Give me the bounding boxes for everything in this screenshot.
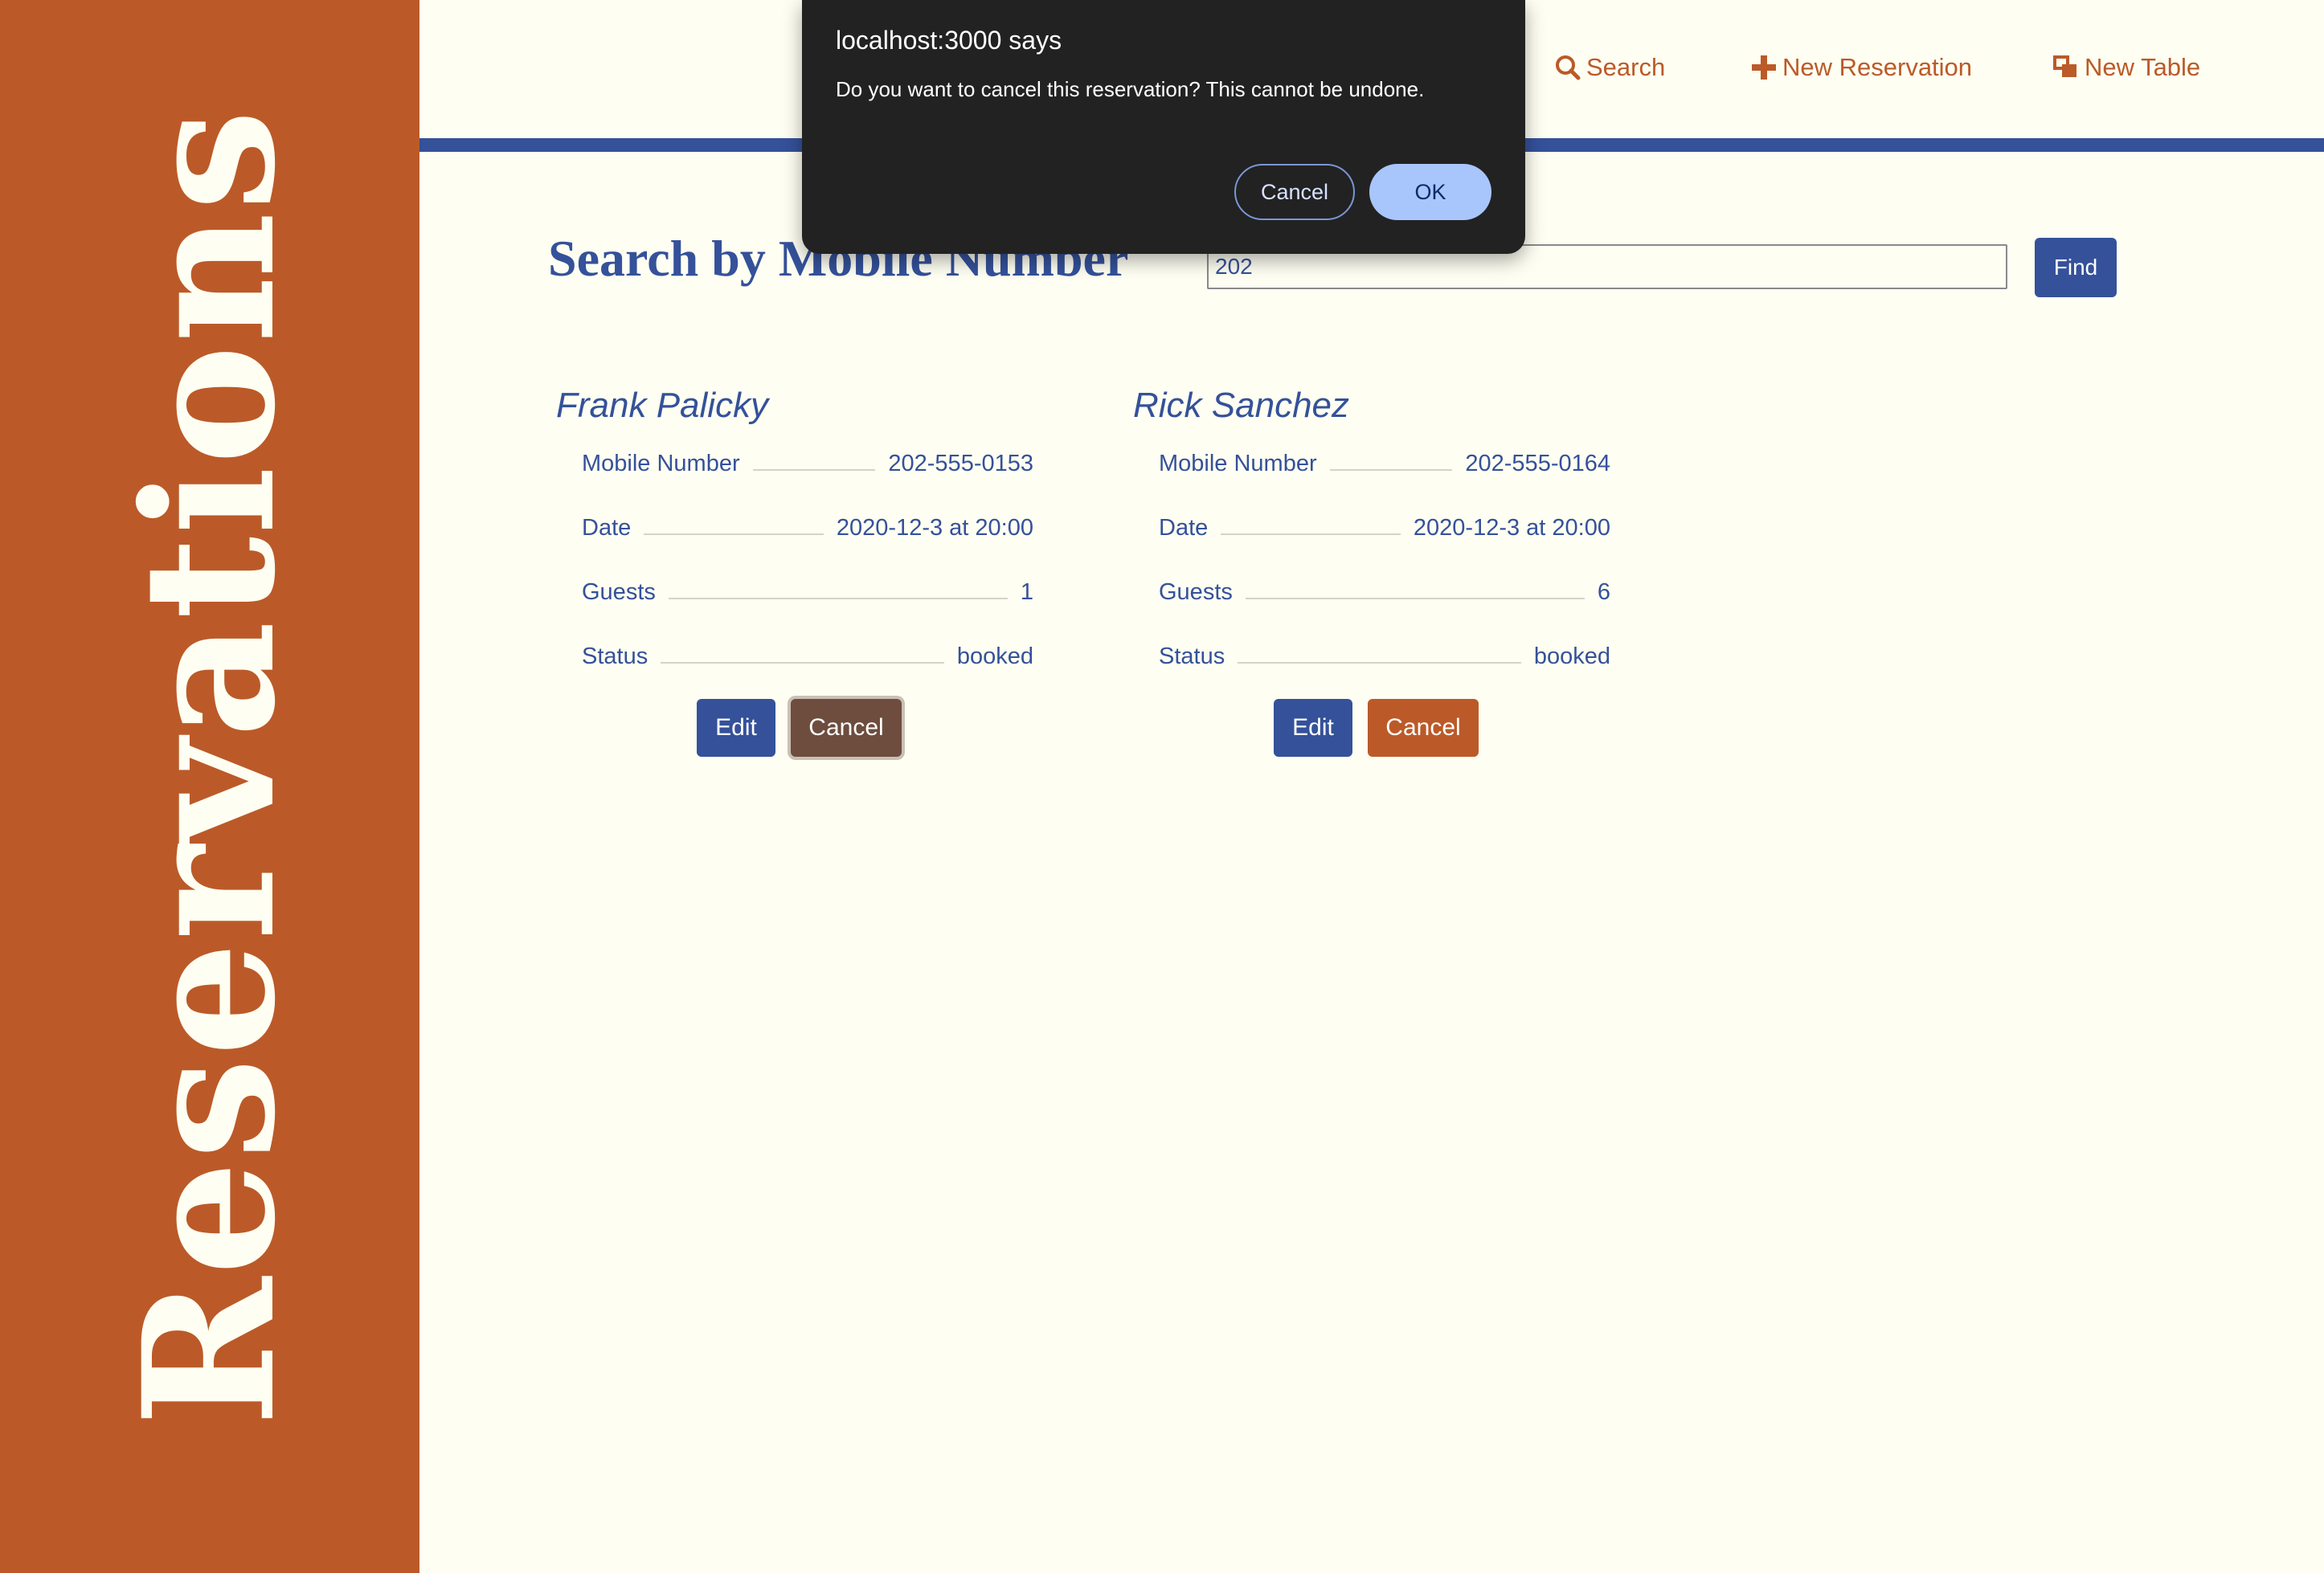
- detail-label: Guests: [1159, 579, 1233, 605]
- dotted-leader: [1329, 469, 1453, 471]
- edit-reservation-button[interactable]: Edit: [697, 699, 775, 757]
- dotted-leader: [644, 533, 824, 535]
- plus-icon: [1752, 55, 1776, 80]
- detail-value: 2020-12-3 at 20:00: [1413, 515, 1610, 541]
- detail-value: 202-555-0153: [888, 451, 1033, 476]
- dialog-title: localhost:3000 says: [836, 26, 1062, 55]
- cancel-reservation-button[interactable]: Cancel: [1368, 699, 1479, 757]
- detail-row-mobile: Mobile Number 202-555-0153: [582, 445, 1033, 477]
- nav-new-reservation-link[interactable]: New Reservation: [1750, 48, 1972, 87]
- detail-label: Status: [582, 644, 649, 669]
- guest-name: Rick Sanchez: [1133, 386, 1350, 425]
- detail-row-guests: Guests 6: [1159, 574, 1610, 606]
- nav-new-table-label: New Table: [2085, 53, 2201, 81]
- dialog-cancel-button[interactable]: Cancel: [1234, 164, 1355, 220]
- detail-label: Date: [582, 515, 632, 541]
- detail-label: Date: [1159, 515, 1209, 541]
- detail-value: booked: [1533, 644, 1610, 669]
- detail-label: Status: [1159, 644, 1225, 669]
- detail-value: 6: [1597, 579, 1610, 605]
- detail-label: Mobile Number: [582, 451, 740, 476]
- dotted-leader: [752, 469, 876, 471]
- detail-row-status: Status booked: [582, 638, 1033, 670]
- dotted-leader: [1221, 533, 1401, 535]
- dotted-leader: [668, 598, 1008, 599]
- dotted-leader: [1245, 598, 1585, 599]
- detail-label: Mobile Number: [1159, 451, 1317, 476]
- dialog-ok-button[interactable]: OK: [1369, 164, 1491, 220]
- detail-row-date: Date 2020-12-3 at 20:00: [1159, 509, 1610, 541]
- nav-search-link[interactable]: Search: [1554, 48, 1665, 87]
- table-icon: [2053, 55, 2076, 77]
- detail-value: booked: [956, 644, 1033, 669]
- find-button[interactable]: Find: [2035, 238, 2117, 297]
- guest-name: Frank Palicky: [556, 386, 769, 425]
- sidebar: Reservations: [0, 0, 419, 1573]
- detail-row-mobile: Mobile Number 202-555-0164: [1159, 445, 1610, 477]
- detail-row-guests: Guests 1: [582, 574, 1033, 606]
- dotted-leader: [661, 662, 944, 664]
- detail-row-date: Date 2020-12-3 at 20:00: [582, 509, 1033, 541]
- detail-row-status: Status booked: [1159, 638, 1610, 670]
- detail-value: 2020-12-3 at 20:00: [836, 515, 1033, 541]
- detail-label: Guests: [582, 579, 656, 605]
- sidebar-title: Reservations: [104, 108, 315, 1427]
- nav-new-reservation-label: New Reservation: [1782, 53, 1973, 81]
- nav-new-table-link[interactable]: New Table: [2052, 48, 2200, 87]
- dotted-leader: [1238, 662, 1521, 664]
- detail-value: 202-555-0164: [1465, 451, 1610, 476]
- nav-search-label: Search: [1586, 53, 1666, 81]
- confirm-dialog: localhost:3000 says Do you want to cance…: [802, 0, 1525, 254]
- search-icon: [1556, 55, 1581, 80]
- edit-reservation-button[interactable]: Edit: [1274, 699, 1352, 757]
- cancel-reservation-button[interactable]: Cancel: [791, 699, 902, 757]
- detail-value: 1: [1020, 579, 1033, 605]
- dialog-message: Do you want to cancel this reservation? …: [836, 77, 1425, 101]
